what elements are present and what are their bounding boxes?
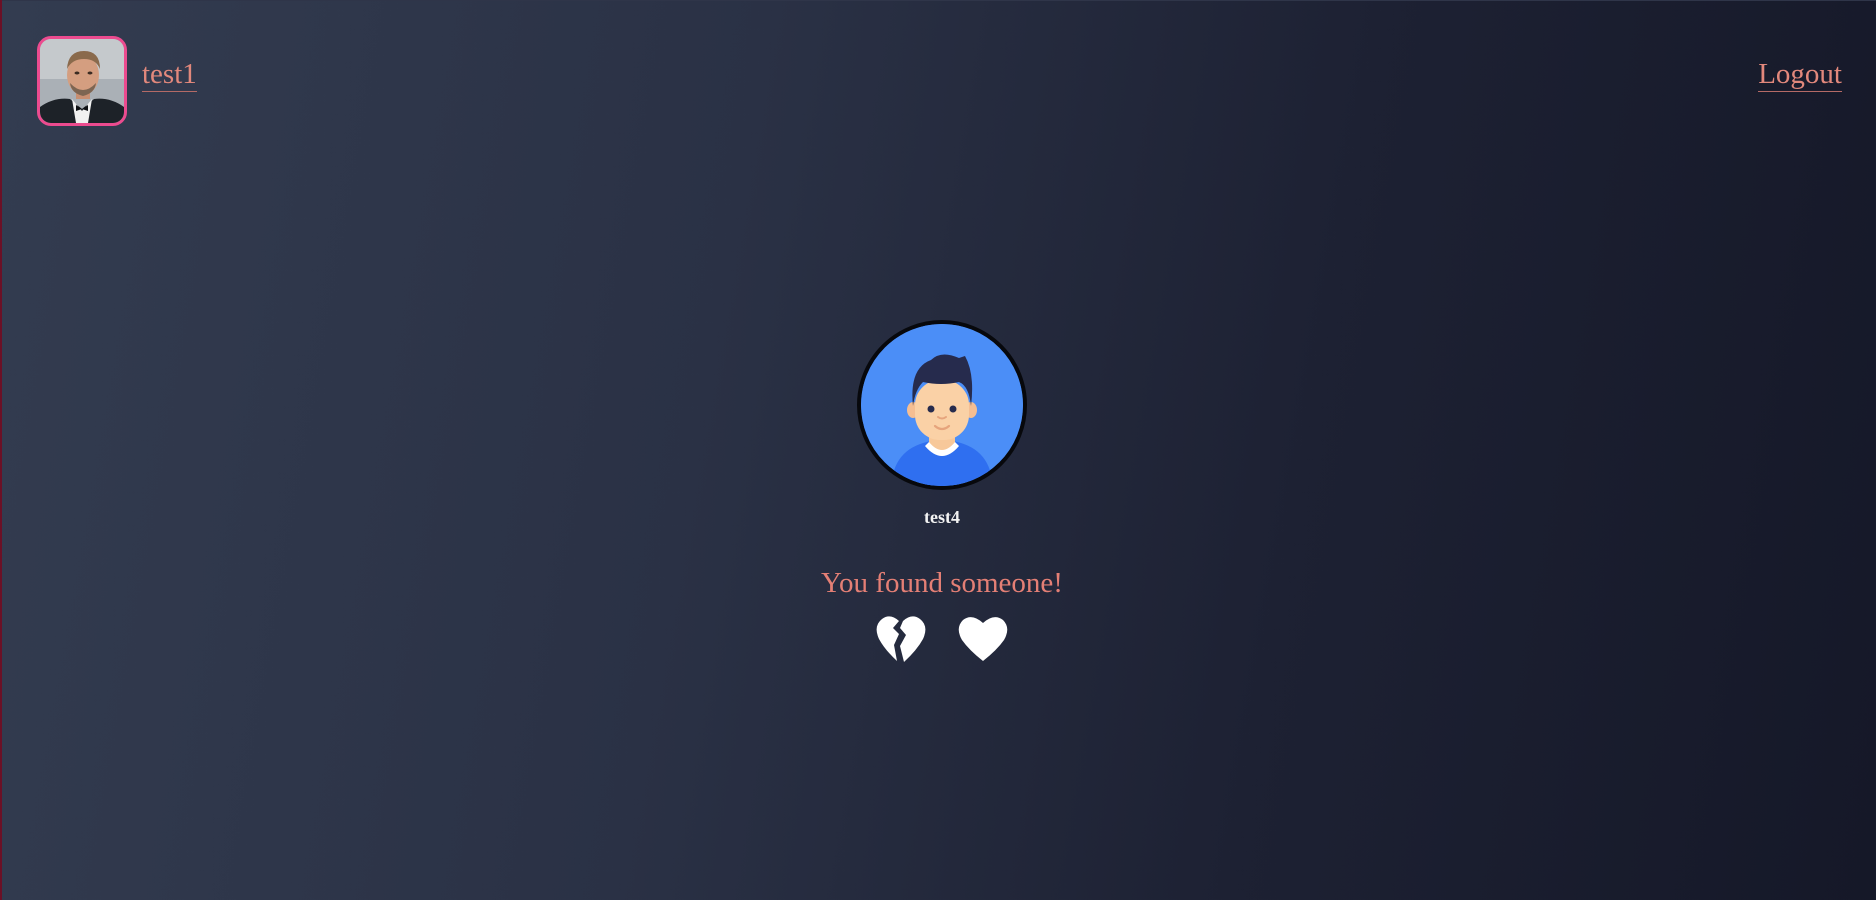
default-user-avatar-icon: [861, 324, 1023, 486]
match-name: test4: [924, 507, 960, 527]
current-user-avatar[interactable]: [37, 36, 127, 126]
current-user-name-link[interactable]: test1: [142, 57, 197, 92]
match-actions: [0, 614, 1876, 664]
top-bar: test1 Logout: [0, 0, 1876, 160]
like-button[interactable]: [957, 614, 1009, 664]
reject-button[interactable]: [875, 614, 927, 664]
logout-link[interactable]: Logout: [1758, 57, 1842, 92]
broken-heart-icon: [876, 616, 926, 662]
match-message: You found someone!: [821, 567, 1063, 599]
match-avatar: [857, 320, 1027, 490]
heart-icon: [958, 617, 1008, 661]
user-photo-icon: [40, 39, 124, 123]
match-card: test4 You found someone!: [0, 320, 1876, 664]
